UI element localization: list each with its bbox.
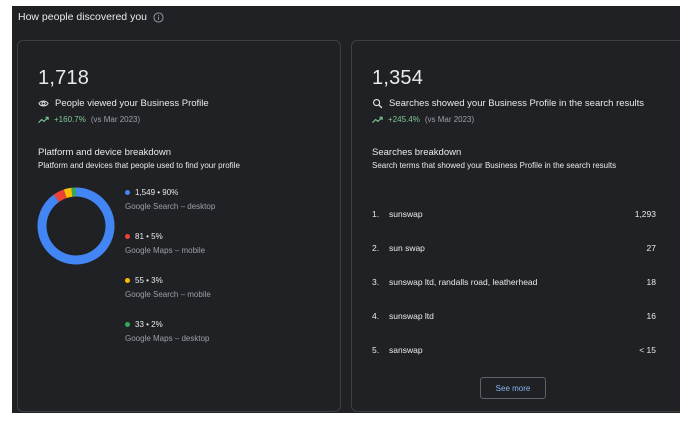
legend-dot-icon	[125, 234, 130, 239]
search-count: 27	[646, 243, 656, 253]
legend-label: Google Search – mobile	[125, 290, 211, 299]
search-term: sanswap	[389, 345, 423, 355]
legend-item: 1,549 • 90% Google Search – desktop	[125, 188, 215, 232]
platform-donut-chart	[37, 187, 115, 265]
search-icon	[373, 99, 383, 109]
legend-item: 55 • 3% Google Search – mobile	[125, 276, 215, 320]
search-term: sunswap ltd	[389, 311, 434, 321]
legend-value: 1,549 • 90%	[135, 188, 179, 197]
trending-up-icon	[372, 116, 383, 123]
search-terms-list: 1. sunswap 1,293 2. sun swap 27 3. sunsw…	[372, 197, 656, 367]
trending-up-icon	[38, 116, 49, 123]
profile-views-trend: +160.7% (vs Mar 2023)	[38, 115, 140, 124]
searches-count: 1,354	[372, 67, 424, 89]
item-rank: 1.	[372, 209, 380, 219]
platform-breakdown-description: Platform and devices that people used to…	[38, 161, 240, 170]
trend-comparison: (vs Mar 2023)	[90, 115, 141, 124]
item-rank: 5.	[372, 345, 380, 355]
profile-views-label: People viewed your Business Profile	[55, 98, 209, 109]
profile-views-subtitle: People viewed your Business Profile	[38, 98, 209, 109]
searches-label: Searches showed your Business Profile in…	[389, 98, 645, 109]
legend-value-row: 55 • 3%	[125, 276, 215, 285]
item-rank: 2.	[372, 243, 380, 253]
profile-views-count: 1,718	[38, 67, 90, 89]
section-header: How people discovered you	[18, 11, 164, 23]
list-item: 4. sunswap ltd 16	[372, 299, 656, 333]
search-count: 1,293	[634, 209, 656, 219]
list-item: 3. sunswap ltd, randalls road, leatherhe…	[372, 265, 656, 299]
search-count: 18	[646, 277, 656, 287]
legend-item: 33 • 2% Google Maps – desktop	[125, 320, 215, 364]
searches-subtitle: Searches showed your Business Profile in…	[372, 98, 644, 109]
legend-value: 33 • 2%	[135, 320, 163, 329]
donut-slice	[53, 189, 67, 203]
legend-dot-icon	[125, 322, 130, 327]
legend-label: Google Maps – mobile	[125, 246, 206, 255]
legend-item: 81 • 5% Google Maps – mobile	[125, 232, 215, 276]
search-count: < 15	[639, 345, 656, 355]
legend-dot-icon	[125, 278, 130, 283]
see-more-button[interactable]: See more	[480, 377, 546, 399]
section-title: How people discovered you	[18, 11, 147, 23]
trend-percentage: +160.7%	[54, 115, 86, 124]
eye-icon	[38, 100, 49, 107]
list-item: 2. sun swap 27	[372, 231, 656, 265]
searches-breakdown-title: Searches breakdown	[372, 147, 462, 158]
list-item: 5. sanswap < 15	[372, 333, 656, 367]
search-term: sun swap	[389, 243, 425, 253]
donut-slice	[63, 187, 73, 199]
legend-value: 81 • 5%	[135, 232, 163, 241]
legend-dot-icon	[125, 190, 130, 195]
item-rank: 4.	[372, 311, 380, 321]
legend-value-row: 33 • 2%	[125, 320, 215, 329]
list-item: 1. sunswap 1,293	[372, 197, 656, 231]
legend-value-row: 81 • 5%	[125, 232, 215, 241]
searches-card: 1,354 Searches showed your Business Prof…	[351, 40, 680, 412]
search-count: 16	[646, 311, 656, 321]
trend-comparison: (vs Mar 2023)	[424, 115, 475, 124]
legend-value: 55 • 3%	[135, 276, 163, 285]
discovery-panel: How people discovered you 1,718 People v…	[12, 6, 680, 413]
platform-legend: 1,549 • 90% Google Search – desktop 81 • 5…	[125, 188, 215, 364]
search-term: sunswap	[389, 209, 423, 219]
info-icon[interactable]	[153, 11, 164, 23]
trend-percentage: +245.4%	[388, 115, 420, 124]
item-rank: 3.	[372, 277, 380, 287]
platform-breakdown-title: Platform and device breakdown	[38, 147, 172, 158]
search-term: sunswap ltd, randalls road, leatherhead	[389, 277, 538, 287]
profile-views-card: 1,718 People viewed your Business Profil…	[17, 40, 341, 412]
searches-breakdown-description: Search terms that showed your Business P…	[372, 161, 617, 170]
legend-label: Google Search – desktop	[125, 202, 216, 211]
legend-value-row: 1,549 • 90%	[125, 188, 215, 197]
legend-label: Google Maps – desktop	[125, 334, 210, 343]
searches-trend: +245.4% (vs Mar 2023)	[372, 115, 474, 124]
donut-slice	[37, 187, 115, 265]
